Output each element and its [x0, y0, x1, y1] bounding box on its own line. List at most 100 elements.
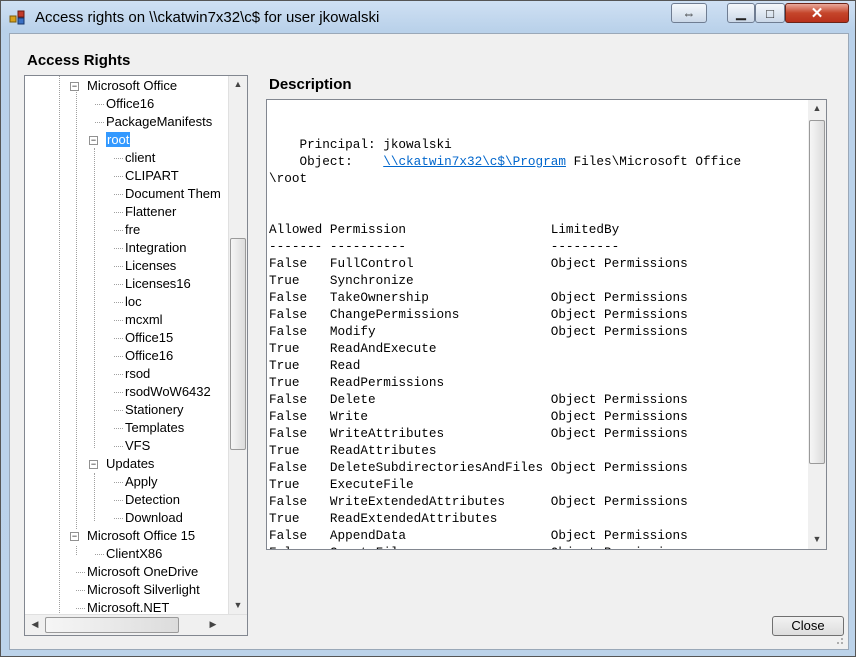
tree-line	[76, 590, 85, 591]
description-text-run: False TakeOwnership Object Permissions	[269, 290, 688, 305]
tree-node[interactable]: rsodWoW6432	[125, 383, 211, 401]
tree-node[interactable]: PackageManifests	[106, 113, 212, 131]
tree-node-label: Office16	[106, 96, 155, 111]
tree-line	[114, 230, 123, 231]
scroll-down-icon[interactable]: ▼	[230, 600, 246, 610]
tree-node-label: Microsoft.NET	[87, 600, 170, 615]
tree-node-label: Microsoft Silverlight	[87, 582, 200, 597]
tree-node[interactable]: Flattener	[125, 203, 176, 221]
tree-line	[76, 572, 85, 573]
folder-tree[interactable]: − Microsoft Office Office16 PackageManifest…	[24, 75, 248, 636]
scroll-up-icon[interactable]: ▲	[230, 79, 246, 89]
tree-node[interactable]: ClientX86	[106, 545, 162, 563]
tree-node[interactable]: Office16	[106, 95, 154, 113]
description-text-run: False FullControl Object Permissions	[269, 256, 688, 271]
close-button[interactable]: Close	[772, 616, 844, 636]
tree-collapse-icon[interactable]: −	[70, 82, 79, 91]
description-text-run: True ReadAndExecute	[269, 341, 551, 356]
tree-node[interactable]: Office15	[125, 329, 173, 347]
description-text-run: True ReadPermissions	[269, 375, 551, 390]
tree-node[interactable]: root	[106, 131, 131, 149]
tree-node-label: Office15	[125, 330, 174, 345]
tree-node[interactable]: Updates	[106, 455, 154, 473]
tree-node[interactable]: Detection	[125, 491, 180, 509]
tree-node[interactable]: Office16	[125, 347, 173, 365]
description-text-run: True Read	[269, 358, 551, 373]
description-text-run: False CreateFiles Object Permissions	[269, 545, 688, 549]
tree-node-label: VFS	[125, 438, 151, 453]
scroll-right-icon[interactable]: ▶	[205, 619, 221, 630]
tree-line	[114, 158, 123, 159]
tree-node-label: Integration	[125, 240, 187, 255]
scroll-up-icon[interactable]: ▲	[809, 103, 825, 113]
tree-line	[114, 266, 123, 267]
tree-collapse-icon[interactable]: −	[70, 532, 79, 541]
description-line: False WriteAttributes Object Permissions	[269, 425, 805, 442]
tree-node[interactable]: Microsoft Office 15	[87, 527, 195, 545]
tree-node[interactable]: Integration	[125, 239, 186, 257]
tree-node[interactable]: Licenses	[125, 257, 176, 275]
app-icon	[9, 10, 25, 25]
tree-hscroll-thumb[interactable]	[45, 617, 179, 633]
tree-line	[114, 356, 123, 357]
description-line: True ExecuteFile	[269, 476, 805, 493]
tree-node[interactable]: CLIPART	[125, 167, 179, 185]
maximize-button[interactable]: □	[755, 3, 785, 23]
tree-node[interactable]: mcxml	[125, 311, 163, 329]
window-close-button[interactable]: ✕	[785, 3, 849, 23]
tree-node-label: root	[106, 132, 131, 147]
description-line	[269, 204, 805, 221]
tree-collapse-icon[interactable]: −	[89, 460, 98, 469]
tree-line	[114, 284, 123, 285]
resize-grip-icon[interactable]	[834, 635, 844, 645]
description-text-run: True ReadAttributes	[269, 443, 551, 458]
description-scroll-thumb[interactable]	[809, 120, 825, 464]
description-line: Object: \\ckatwin7x32\c$\Program Files\M…	[269, 153, 805, 170]
description-text-run: False WriteExtendedAttributes Object Per…	[269, 494, 688, 509]
tree-node[interactable]: Microsoft Office	[87, 77, 177, 95]
tree-node[interactable]: Apply	[125, 473, 158, 491]
tree-line	[114, 500, 123, 501]
restore-arrows-button[interactable]: ⇔	[671, 3, 707, 23]
description-text-run: Object:	[269, 154, 384, 169]
tree-node[interactable]: Document Them	[125, 185, 221, 203]
scroll-down-icon[interactable]: ▼	[809, 534, 825, 544]
tree-node[interactable]: loc	[125, 293, 142, 311]
description-line: True ReadExtendedAttributes	[269, 510, 805, 527]
tree-vertical-scrollbar[interactable]: ▲ ▼	[228, 76, 247, 615]
description-line: False Delete Object Permissions	[269, 391, 805, 408]
tree-line	[94, 473, 95, 521]
tree-node-label: Licenses16	[125, 276, 191, 291]
description-text-run: ------- ---------- ---------	[269, 239, 620, 254]
description-line: False FullControl Object Permissions	[269, 255, 805, 272]
tree-node[interactable]: Microsoft Silverlight	[87, 581, 200, 599]
tree-node[interactable]: Download	[125, 509, 183, 527]
tree-node[interactable]: client	[125, 149, 155, 167]
scroll-left-icon[interactable]: ◀	[27, 619, 43, 630]
description-textbox[interactable]: Principal: jkowalski Object: \\ckatwin7x…	[266, 99, 827, 550]
tree-node[interactable]: Microsoft.NET	[87, 599, 169, 615]
description-line: False Write Object Permissions	[269, 408, 805, 425]
tree-node[interactable]: Templates	[125, 419, 184, 437]
tree-horizontal-scrollbar[interactable]: ◀ ▶	[25, 614, 247, 635]
minimize-button[interactable]: ▁	[727, 3, 755, 23]
tree-viewport: − Microsoft Office Office16 PackageManifest…	[25, 76, 228, 615]
tree-node-label: mcxml	[125, 312, 163, 327]
tree-line	[114, 338, 123, 339]
tree-line	[114, 194, 123, 195]
tree-node[interactable]: Licenses16	[125, 275, 191, 293]
tree-node[interactable]: Stationery	[125, 401, 184, 419]
description-line	[269, 187, 805, 204]
tree-node[interactable]: fre	[125, 221, 140, 239]
tree-node[interactable]: VFS	[125, 437, 150, 455]
object-path-link[interactable]: \\ckatwin7x32\c$\Program	[383, 154, 566, 169]
tree-node[interactable]: Microsoft OneDrive	[87, 563, 198, 581]
description-vertical-scrollbar[interactable]: ▲ ▼	[808, 100, 826, 549]
title-bar[interactable]: Access rights on \\ckatwin7x32\c$ for us…	[1, 1, 855, 33]
tree-line	[95, 122, 104, 123]
tree-collapse-icon[interactable]: −	[89, 136, 98, 145]
tree-vscroll-thumb[interactable]	[230, 238, 246, 450]
description-line: False WriteExtendedAttributes Object Per…	[269, 493, 805, 510]
description-line: False ChangePermissions Object Permissio…	[269, 306, 805, 323]
tree-node[interactable]: rsod	[125, 365, 150, 383]
